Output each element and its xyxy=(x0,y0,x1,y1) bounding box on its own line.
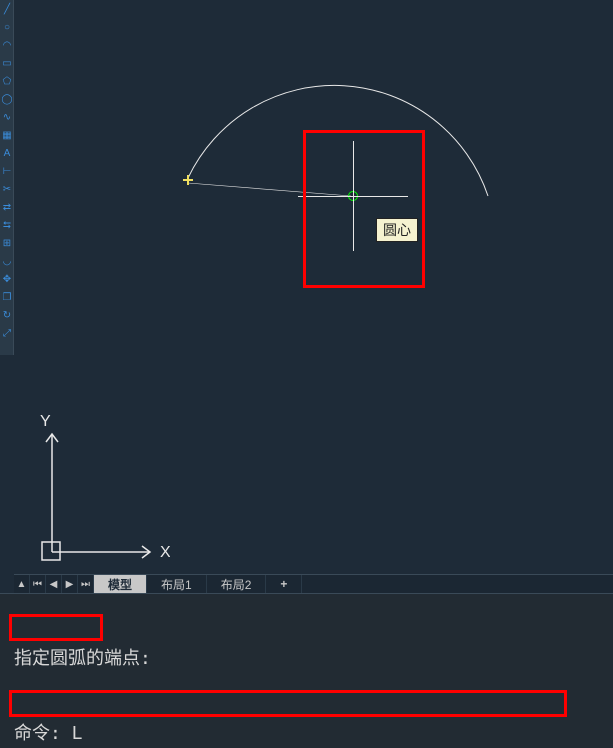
tab-nav-prev-icon[interactable]: ◀ xyxy=(46,575,62,593)
toolbar-icon[interactable]: ❐ xyxy=(0,288,14,306)
toolbar-icon[interactable]: ◯ xyxy=(0,90,14,108)
tab-layout-1[interactable]: 布局1 xyxy=(147,575,207,593)
toolbar-icon[interactable]: ⮀ xyxy=(0,216,14,234)
tab-layout-2[interactable]: 布局2 xyxy=(207,575,267,593)
ucs-icon: X Y xyxy=(30,412,170,562)
tab-layout-2-label: 布局2 xyxy=(221,576,252,593)
drawing-viewport[interactable]: 圆心 X Y xyxy=(14,0,613,574)
tab-add-label: + xyxy=(280,577,287,591)
toolbar-icon[interactable]: ✥ xyxy=(0,270,14,288)
tab-nav-next-icon[interactable]: ▶ xyxy=(62,575,78,593)
snap-tooltip-label: 圆心 xyxy=(383,222,411,238)
toolbar-icon[interactable]: ⊞ xyxy=(0,234,14,252)
layout-tabs: ▲ ⏮ ◀ ▶ ⏭ 模型 布局1 布局2 + xyxy=(14,574,613,593)
tab-nav-first-icon[interactable]: ⏮ xyxy=(30,575,46,593)
left-toolbar: ╱ ○ ◠ ▭ ⬠ ◯ ∿ ▦ A ⊢ ✂ ⇄ ⮀ ⊞ ◡ ✥ ❐ ↻ ⤢ xyxy=(0,0,14,355)
toolbar-icon[interactable]: ↻ xyxy=(0,306,14,324)
toolbar-icon[interactable]: ▭ xyxy=(0,54,14,72)
snap-tooltip: 圆心 xyxy=(376,218,418,242)
center-snap-icon xyxy=(348,191,358,201)
command-window[interactable]: 指定圆弧的端点: 命令: L LINE 指定第一个点: 指定下一个点或 [角度(… xyxy=(0,593,613,748)
tab-layout-1-label: 布局1 xyxy=(161,576,192,593)
tab-add[interactable]: + xyxy=(266,575,302,593)
toolbar-icon[interactable]: A xyxy=(0,144,14,162)
toolbar-icon[interactable]: ▦ xyxy=(0,126,14,144)
arc-svg xyxy=(14,0,613,574)
tab-nav-last-icon[interactable]: ⏭ xyxy=(78,575,94,593)
toolbar-icon[interactable]: ⬠ xyxy=(0,72,14,90)
arc-endpoint-icon xyxy=(183,175,193,185)
cmd-line: 命令: L xyxy=(14,721,609,746)
cmd-line: 指定圆弧的端点: xyxy=(14,646,609,671)
toolbar-icon[interactable]: ∿ xyxy=(0,108,14,126)
toolbar-icon[interactable]: ⇄ xyxy=(0,198,14,216)
toolbar-icon[interactable]: ✂ xyxy=(0,180,14,198)
toolbar-icon[interactable]: ◠ xyxy=(0,36,14,54)
tab-minimize-icon[interactable]: ▲ xyxy=(14,575,30,593)
toolbar-icon[interactable]: ⤢ xyxy=(0,324,14,342)
tab-model[interactable]: 模型 xyxy=(94,575,147,593)
ucs-x-label: X xyxy=(160,544,170,561)
toolbar-icon[interactable]: ╱ xyxy=(0,0,14,18)
annotation-box-center xyxy=(303,130,425,288)
toolbar-icon[interactable]: ⊢ xyxy=(0,162,14,180)
toolbar-icon[interactable]: ○ xyxy=(0,18,14,36)
toolbar-icon[interactable]: ◡ xyxy=(0,252,14,270)
tab-model-label: 模型 xyxy=(108,576,132,593)
ucs-y-label: Y xyxy=(40,413,51,430)
